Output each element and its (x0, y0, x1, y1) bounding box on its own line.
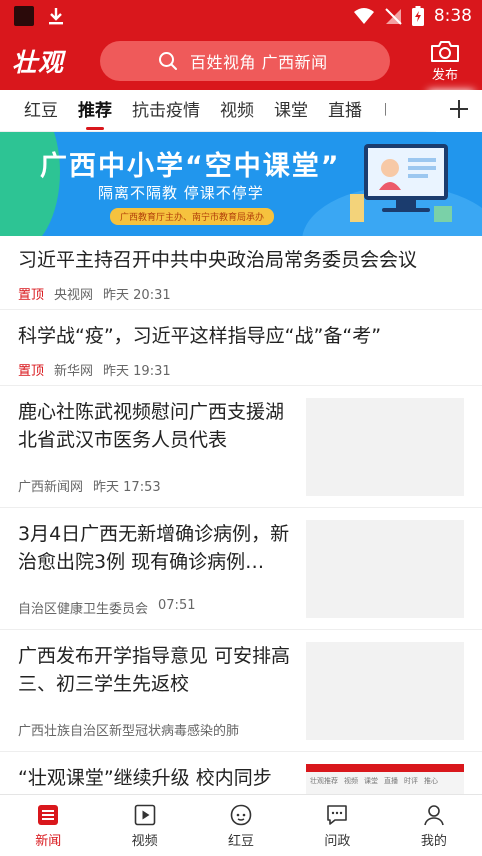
app-logo: 壮观 (12, 48, 65, 77)
banner-tag: 广西教育厅主办、南宁市教育局承办 (110, 208, 275, 225)
search-placeholder: 百姓视角 广西新闻 (190, 53, 328, 72)
news-title: 3月4日广西无新增确诊病例，新治愈出院3例 现有确诊病例… (18, 523, 290, 573)
classroom-banner[interactable]: 广西中小学“空中课堂” 隔离不隔教 停课不停学 广西教育厅主办、南宁市教育局承办 (0, 132, 482, 236)
video-icon (133, 803, 157, 830)
banner-subtitle: 隔离不隔教 停课不停学 (98, 184, 264, 202)
download-icon (48, 7, 64, 25)
news-item[interactable]: 鹿心社陈武视频慰问广西支援湖北省武汉市医务人员代表 广西新闻网 昨天 17:53 (0, 386, 482, 508)
news-meta: 置顶 新华网 昨天 19:31 (18, 360, 464, 379)
news-source: 新华网 (54, 364, 94, 379)
add-channel-button[interactable] (436, 90, 482, 132)
news-meta: 自治区健康卫生委员会 07:51 (18, 598, 195, 617)
nav-wenzheng[interactable]: 问政 (289, 795, 385, 856)
thumb-tab: 视频 (344, 777, 358, 785)
search-input[interactable]: 百姓视角 广西新闻 (100, 41, 390, 81)
news-source: 自治区健康卫生委员会 (18, 602, 149, 617)
nav-hongdou[interactable]: 红豆 (193, 795, 289, 856)
app-bar: 壮观 百姓视角 广西新闻 发布 (0, 32, 482, 90)
battery-charging-icon (411, 6, 424, 26)
news-item[interactable]: 广西发布开学指导意见 可安排高三、初三学生先返校 广西壮族自治区新型冠状病毒感染… (0, 630, 482, 752)
tab-recommend[interactable]: 推荐 (68, 90, 122, 132)
nav-video[interactable]: 视频 (96, 795, 192, 856)
news-meta: 广西壮族自治区新型冠状病毒感染的肺 (18, 720, 239, 739)
tab-live[interactable]: 直播 (318, 90, 372, 132)
profile-icon (422, 803, 446, 830)
thumb-tab: 直播 (384, 777, 398, 785)
plus-icon (449, 99, 469, 123)
app-notification-icon (14, 6, 34, 26)
news-title: 鹿心社陈武视频慰问广西支援湖北省武汉市医务人员代表 (18, 401, 285, 451)
tab-partial[interactable]: 时 (372, 90, 386, 132)
news-item[interactable]: “壮观课堂”继续升级 校内同步 壮观推荐 视频 课堂 直播 时评 推心 (0, 752, 482, 794)
publish-button[interactable]: 发布 (420, 40, 470, 83)
camera-icon (430, 40, 460, 64)
news-item[interactable]: 3月4日广西无新增确诊病例，新治愈出院3例 现有确诊病例… 自治区健康卫生委员会… (0, 508, 482, 630)
nav-label: 红豆 (228, 833, 255, 849)
tab-video[interactable]: 视频 (210, 90, 264, 132)
wifi-icon (353, 8, 374, 24)
publish-label: 发布 (431, 67, 458, 83)
thumb-tab-row: 壮观推荐 视频 课堂 直播 时评 推心 (306, 772, 464, 790)
news-source: 广西新闻网 (18, 480, 84, 495)
thumb-header-bar (306, 764, 464, 772)
news-thumbnail (306, 398, 464, 496)
news-title: “壮观课堂”继续升级 校内同步 (18, 767, 272, 789)
news-thumbnail: 壮观推荐 视频 课堂 直播 时评 推心 (306, 764, 464, 794)
news-item[interactable]: 科学战“疫”，习近平这样指导应“战”备“考” 置顶 新华网 昨天 19:31 (0, 310, 482, 386)
tab-epidemic[interactable]: 抗击疫情 (122, 90, 210, 132)
banner-title: 广西中小学“空中课堂” (40, 151, 341, 182)
nav-label: 我的 (420, 833, 447, 849)
bottom-navigation: 新闻 视频 红豆 问政 我的 (0, 794, 482, 856)
nav-news[interactable]: 新闻 (0, 795, 96, 856)
news-time: 昨天 20:31 (103, 288, 171, 303)
news-thumbnail (306, 520, 464, 618)
news-time: 07:51 (158, 598, 196, 613)
pinned-badge: 置顶 (18, 364, 45, 379)
news-title: 广西发布开学指导意见 可安排高三、初三学生先返校 (18, 645, 291, 695)
news-title: 习近平主持召开中共中央政治局常务委员会会议 (18, 249, 418, 271)
hongdou-icon (229, 803, 253, 830)
news-time: 昨天 19:31 (103, 364, 171, 379)
top-header: 8:38 壮观 百姓视角 广西新闻 发布 (0, 0, 482, 90)
news-icon (36, 803, 60, 830)
news-item[interactable]: 习近平主持召开中共中央政治局常务委员会会议 置顶 央视网 昨天 20:31 (0, 234, 482, 310)
news-time: 昨天 17:53 (93, 480, 161, 495)
thumb-tab: 推心 (424, 777, 438, 785)
nav-profile[interactable]: 我的 (386, 795, 482, 856)
thumb-tab: 壮观推荐 (310, 777, 338, 785)
news-feed: 习近平主持召开中共中央政治局常务委员会会议 置顶 央视网 昨天 20:31 科学… (0, 234, 482, 794)
no-signal-icon (384, 7, 402, 25)
channel-tabs: 红豆 推荐 抗击疫情 视频 课堂 直播 时 (0, 90, 482, 132)
search-icon (158, 51, 178, 75)
status-time: 8:38 (433, 6, 472, 26)
thumb-tab: 时评 (404, 777, 418, 785)
nav-label: 视频 (131, 833, 158, 849)
tab-classroom[interactable]: 课堂 (264, 90, 318, 132)
nav-label: 新闻 (35, 833, 62, 849)
nav-label: 问政 (324, 833, 351, 849)
news-meta: 置顶 央视网 昨天 20:31 (18, 284, 464, 303)
wenzheng-icon (325, 803, 349, 830)
news-thumbnail (306, 642, 464, 740)
news-source: 广西壮族自治区新型冠状病毒感染的肺 (18, 724, 240, 739)
thumb-tab: 课堂 (364, 777, 378, 785)
tab-hongdou[interactable]: 红豆 (0, 90, 68, 132)
news-source: 央视网 (54, 288, 94, 303)
status-bar: 8:38 (0, 0, 482, 32)
online-class-illustration (350, 144, 452, 222)
news-title: 科学战“疫”，习近平这样指导应“战”备“考” (18, 325, 382, 347)
pinned-badge: 置顶 (18, 288, 45, 303)
news-meta: 广西新闻网 昨天 17:53 (18, 476, 161, 495)
